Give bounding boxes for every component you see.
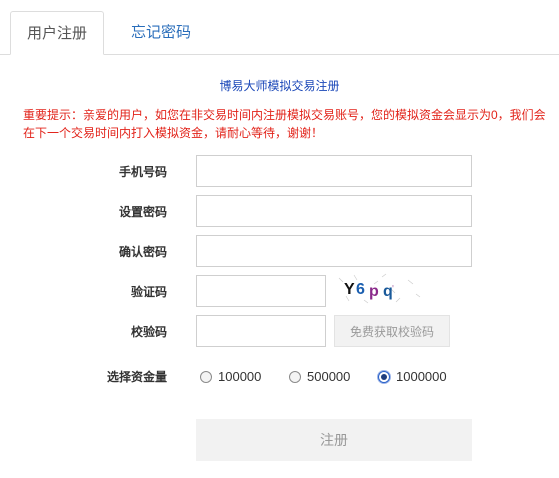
captcha-label: 验证码 [130, 285, 167, 299]
funds-label: 选择资金量 [106, 370, 167, 384]
captcha-row: 验证码 Y 6 p q ' [0, 272, 559, 309]
funds-option-500000[interactable]: 500000 [289, 360, 350, 394]
captcha-input[interactable] [196, 275, 326, 307]
important-notice: 重要提示：亲爱的用户，如您在非交易时间内注册模拟交易账号，您的模拟资金会显示为0… [23, 108, 546, 140]
password-input[interactable] [196, 195, 472, 227]
tab-forgot-password[interactable]: 忘记密码 [114, 11, 208, 55]
sms-code-row: 校验码 免费获取校验码 [0, 315, 559, 349]
funds-option-label: 100000 [218, 369, 262, 384]
phone-label: 手机号码 [118, 165, 167, 179]
captcha-noise: ' [392, 284, 394, 295]
captcha-char-3: p [369, 283, 379, 300]
confirm-password-label: 确认密码 [118, 245, 167, 259]
phone-row: 手机号码 [0, 155, 559, 189]
funds-option-1000000[interactable]: 1000000 [378, 360, 447, 394]
funds-row: 选择资金量 100000 500000 1000000 [0, 360, 559, 394]
phone-input[interactable] [196, 155, 472, 187]
tab-bar: 用户注册 忘记密码 [0, 0, 559, 55]
get-sms-code-button[interactable]: 免费获取校验码 [334, 315, 450, 347]
funds-option-100000[interactable]: 100000 [200, 360, 261, 394]
captcha-char-2: 6 [356, 281, 365, 298]
password-row: 设置密码 [0, 195, 559, 229]
confirm-password-input[interactable] [196, 235, 472, 267]
radio-checked-icon[interactable] [378, 370, 390, 383]
tab-register[interactable]: 用户注册 [10, 11, 104, 55]
radio-icon[interactable] [200, 370, 212, 383]
form-title: 博易大师模拟交易注册 [219, 79, 340, 93]
register-submit-button[interactable]: 注册 [196, 419, 472, 461]
radio-icon[interactable] [289, 370, 301, 383]
sms-code-label: 校验码 [130, 325, 167, 339]
confirm-password-row: 确认密码 [0, 235, 559, 269]
captcha-char-1: Y [344, 281, 355, 298]
sms-code-input[interactable] [196, 315, 326, 347]
captcha-image[interactable]: Y 6 p q ' [334, 272, 424, 308]
funds-option-label: 500000 [307, 369, 351, 384]
password-label: 设置密码 [118, 205, 167, 219]
funds-option-label: 1000000 [396, 369, 447, 384]
